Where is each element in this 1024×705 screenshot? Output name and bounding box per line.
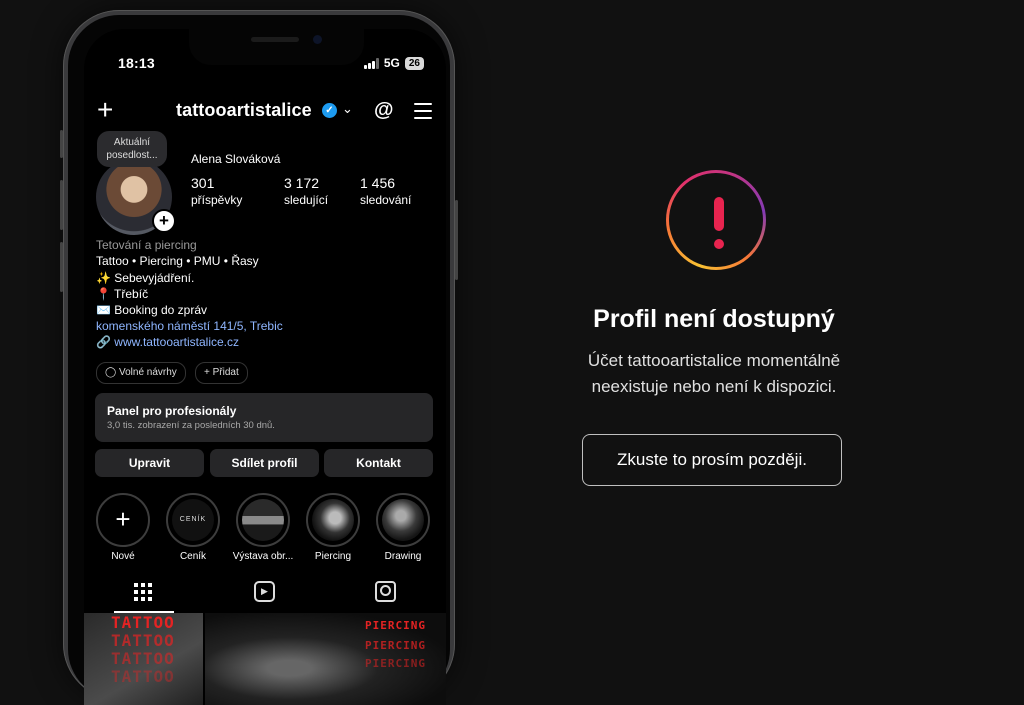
stat-following-label: sledování [360, 193, 412, 207]
highlight-label: Drawing [384, 551, 422, 562]
status-time: 18:13 [118, 55, 155, 71]
phone-mockup: 18:13 5G 26 + tattooartistalice ✓ ⌄ @ Ak… [60, 10, 458, 705]
retry-later-button[interactable]: Zkuste to prosím později. [582, 434, 842, 486]
stat-followers[interactable]: 3 172 sledující [284, 175, 328, 207]
network-type: 5G [383, 56, 400, 70]
add-story-plus-icon[interactable]: + [152, 209, 176, 233]
stat-following-value: 1 456 [360, 175, 396, 191]
threads-icon[interactable]: @ [374, 99, 394, 122]
post-text: TATTOO [111, 649, 175, 668]
chat-bubble-icon: ◯ [105, 367, 117, 378]
post-text: PIERCING [365, 619, 426, 632]
website-link-text: www.tattooartistalice.cz [114, 335, 240, 349]
bio-line: ✉️ Booking do zpráv [96, 303, 207, 318]
profile-username[interactable]: tattooartistalice [176, 100, 312, 121]
highlight-new-ring: + [96, 493, 150, 547]
status-indicators: 5G 26 [363, 56, 424, 70]
link-icon: 🔗 [96, 335, 111, 349]
battery-icon: 26 [404, 56, 424, 70]
highlight-pricing-ring: CENÍK [166, 493, 220, 547]
bio-line: ✨ Sebevyjádření. [96, 270, 195, 285]
professional-dashboard[interactable]: Panel pro profesionály 3,0 tis. zobrazen… [95, 393, 433, 442]
highlight-label: Nové [111, 551, 135, 562]
post-text: TATTOO [111, 631, 175, 650]
post-text: PIERCING [365, 639, 426, 652]
post-thumbnail-piercing[interactable]: PIERCING PIERCING PIERCING [205, 613, 446, 705]
pro-panel-subtitle: 3,0 tis. zobrazení za posledních 30 dnů. [107, 420, 275, 431]
post-text: PIERCING [365, 657, 426, 670]
error-message: Účet tattooartistalice momentálně neexis… [587, 351, 841, 396]
phone-power-button [455, 200, 458, 280]
post-text: TATTOO [111, 667, 175, 686]
stat-followers-value: 3 172 [284, 175, 320, 191]
account-switch-chevron-icon[interactable]: ⌄ [342, 101, 353, 117]
posts-grid: TATTOO TATTOO TATTOO TATTOO PIERCING PIE… [84, 613, 446, 705]
bio-line: 📍 Třebíč [96, 286, 149, 301]
reels-tab-icon[interactable]: ▶ [254, 581, 275, 602]
add-highlight-plus-icon: + [115, 504, 131, 534]
profile-bio: Tetování a piercing Tattoo • Piercing • … [96, 237, 436, 335]
signal-icon [363, 57, 379, 69]
post-thumbnail-tattoo[interactable]: TATTOO TATTOO TATTOO TATTOO [84, 613, 203, 705]
tagged-tab-icon[interactable] [375, 581, 396, 602]
highlight-drawing-cover [382, 499, 424, 541]
verified-badge-icon: ✓ [322, 103, 337, 118]
edit-profile-button[interactable]: Upravit [95, 449, 204, 477]
profile-full-name: Alena Slováková [191, 152, 281, 166]
bio-address-link[interactable]: komenského náměstí 141/5, Trebic [96, 318, 436, 334]
highlight-label: Ceník [179, 551, 207, 562]
phone-mute-switch [60, 130, 63, 158]
highlight-label: Piercing [314, 551, 352, 562]
stat-posts-label: příspěvky [191, 193, 243, 207]
pro-panel-title: Panel pro profesionály [107, 404, 237, 418]
instagram-profile-screen: 18:13 5G 26 + tattooartistalice ✓ ⌄ @ Ak… [84, 29, 446, 705]
bio-category: Tetování a piercing [96, 238, 197, 252]
highlight-pricing-cover: CENÍK [172, 499, 214, 541]
highlight-piercing[interactable]: Piercing [300, 493, 366, 562]
chip-free-designs[interactable]: ◯ Volné návrhy [96, 362, 186, 384]
chip-free-designs-label: Volné návrhy [118, 367, 177, 378]
stat-posts[interactable]: 301 příspěvky [191, 175, 242, 207]
stat-posts-value: 301 [191, 175, 215, 191]
phone-volume-down [60, 242, 63, 292]
highlight-exhibition[interactable]: Výstava obr... [230, 493, 296, 562]
highlight-piercing-ring [306, 493, 360, 547]
dynamic-notch [189, 29, 364, 65]
highlight-label: Výstava obr... [232, 551, 294, 562]
stat-followers-label: sledující [284, 193, 329, 207]
hamburger-menu-icon[interactable] [414, 103, 432, 124]
create-plus-icon[interactable]: + [97, 96, 113, 124]
warning-exclamation-icon [666, 170, 766, 270]
chip-add[interactable]: + Přidat [195, 362, 248, 384]
contact-button[interactable]: Kontakt [324, 449, 433, 477]
bio-line: Tattoo • Piercing • PMU • Řasy [96, 254, 259, 269]
highlight-pricing[interactable]: CENÍK Ceník [160, 493, 226, 562]
highlight-new[interactable]: + Nové [90, 493, 156, 562]
error-title: Profil není dostupný [593, 305, 835, 333]
phone-volume-up [60, 180, 63, 230]
phone-bezel: 18:13 5G 26 + tattooartistalice ✓ ⌄ @ Ak… [68, 15, 450, 705]
highlight-piercing-cover [312, 499, 354, 541]
grid-tab-icon[interactable] [134, 583, 152, 601]
stat-following[interactable]: 1 456 sledování [360, 175, 411, 207]
website-link[interactable]: 🔗 www.tattooartistalice.cz [96, 335, 239, 349]
post-text: TATTOO [111, 613, 175, 632]
share-profile-button[interactable]: Sdílet profil [210, 449, 319, 477]
profile-note-bubble[interactable]: Aktuální posedlost... [97, 131, 167, 167]
highlight-drawing[interactable]: Drawing [370, 493, 436, 562]
highlight-drawing-ring [376, 493, 430, 547]
highlight-exhibition-ring [236, 493, 290, 547]
highlight-exhibition-cover [242, 499, 284, 541]
profile-header: + tattooartistalice ✓ ⌄ @ [84, 96, 446, 127]
profile-content-tabs: ▶ [84, 577, 446, 613]
